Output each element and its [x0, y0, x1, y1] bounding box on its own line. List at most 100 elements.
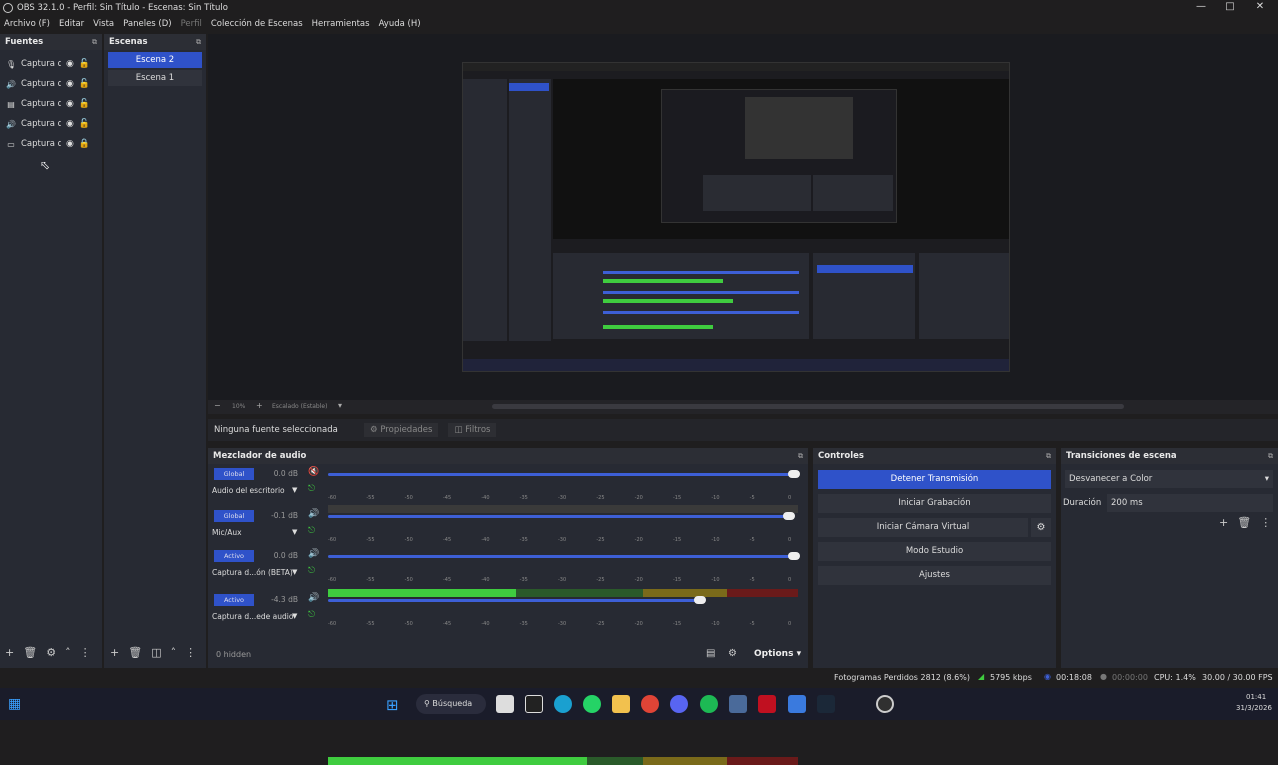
- source-item[interactable]: ▤ Captura d ◉ 🔓: [0, 94, 102, 114]
- menu-ayuda[interactable]: Ayuda (H): [379, 19, 421, 29]
- volume-slider[interactable]: [328, 515, 794, 518]
- zoom-in-button[interactable]: +: [256, 401, 263, 410]
- scene-filters-button[interactable]: ◫: [151, 646, 161, 659]
- zoom-out-button[interactable]: −: [214, 401, 221, 410]
- mixer-layout-icon[interactable]: ▤: [706, 648, 715, 659]
- move-scene-up-button[interactable]: ˄: [171, 646, 177, 659]
- volume-slider[interactable]: [328, 599, 704, 602]
- more-button[interactable]: ⋮: [185, 646, 196, 659]
- scene-item-escena-1[interactable]: Escena 1: [108, 70, 202, 86]
- volume-slider-handle[interactable]: [783, 512, 796, 520]
- source-item[interactable]: 🔊 Captura d ◉ 🔓: [0, 114, 102, 134]
- horizontal-scrollbar[interactable]: [492, 404, 1124, 409]
- more-button[interactable]: ⋮: [80, 646, 91, 659]
- remove-source-button[interactable]: 🗑: [23, 646, 37, 659]
- chrome-icon[interactable]: [641, 695, 659, 713]
- lock-icon[interactable]: 🔓: [79, 99, 90, 109]
- mixer-monitor-badge[interactable]: Activo: [214, 594, 254, 606]
- discord-icon[interactable]: [670, 695, 688, 713]
- lock-icon[interactable]: 🔓: [79, 79, 90, 89]
- mixer-monitor-badge[interactable]: Global: [214, 468, 254, 480]
- menu-coleccion-escenas[interactable]: Colección de Escenas: [211, 19, 303, 29]
- speaker-icon[interactable]: 🔊: [308, 509, 319, 519]
- widgets-icon[interactable]: ▦: [8, 696, 21, 712]
- undock-icon[interactable]: ⧉: [196, 38, 201, 47]
- chevron-down-icon[interactable]: ▼: [292, 528, 297, 536]
- lock-icon[interactable]: 🔓: [79, 119, 90, 129]
- steam-icon[interactable]: [817, 695, 835, 713]
- menu-paneles[interactable]: Paneles (D): [123, 19, 171, 29]
- headphones-icon[interactable]: ⎋: [308, 610, 315, 620]
- remove-transition-button[interactable]: 🗑: [1237, 516, 1251, 529]
- file-explorer-icon[interactable]: [612, 695, 630, 713]
- headphones-icon[interactable]: ⎋: [308, 526, 315, 536]
- close-button[interactable]: ✕: [1246, 0, 1274, 15]
- source-item[interactable]: 🔊 Captura d ◉ 🔓: [0, 74, 102, 94]
- chevron-down-icon[interactable]: ▼: [292, 612, 297, 620]
- source-properties-button[interactable]: ⚙: [46, 646, 56, 659]
- eye-icon[interactable]: ◉: [66, 139, 74, 149]
- obs-taskbar-icon[interactable]: [876, 695, 894, 713]
- add-source-button[interactable]: +: [5, 646, 14, 659]
- headphones-icon[interactable]: ⎋: [308, 484, 315, 494]
- chevron-down-icon[interactable]: ▾: [338, 401, 342, 410]
- menu-editar[interactable]: Editar: [59, 19, 84, 29]
- volume-slider-handle[interactable]: [788, 470, 800, 478]
- properties-button[interactable]: ⚙ Propiedades: [364, 423, 439, 437]
- studio-mode-button[interactable]: Modo Estudio: [818, 542, 1051, 561]
- mixer-monitor-badge[interactable]: Activo: [214, 550, 254, 562]
- undock-icon[interactable]: ⧉: [1268, 452, 1273, 461]
- start-recording-button[interactable]: Iniciar Grabación: [818, 494, 1051, 513]
- source-item[interactable]: 🎙 Captura d ◉ 🔓: [0, 54, 102, 74]
- lock-icon[interactable]: 🔒: [79, 139, 90, 149]
- whatsapp-icon[interactable]: [583, 695, 601, 713]
- virtual-camera-settings-icon[interactable]: ⚙: [1031, 518, 1051, 537]
- volume-slider[interactable]: [328, 473, 798, 476]
- menu-herramientas[interactable]: Herramientas: [312, 19, 370, 29]
- chevron-down-icon[interactable]: ▼: [292, 486, 297, 494]
- settings-button[interactable]: Ajustes: [818, 566, 1051, 585]
- menu-perfil[interactable]: Perfil: [181, 19, 202, 29]
- volume-slider[interactable]: [328, 555, 798, 558]
- eye-icon[interactable]: ◉: [66, 119, 74, 129]
- undock-icon[interactable]: ⧉: [1046, 452, 1051, 461]
- move-up-button[interactable]: ˄: [65, 646, 71, 659]
- mixer-settings-icon[interactable]: ⚙: [728, 648, 737, 659]
- eye-icon[interactable]: ◉: [66, 59, 74, 69]
- calendar-app-icon[interactable]: [496, 695, 514, 713]
- chevron-down-icon[interactable]: ▼: [292, 568, 297, 576]
- terminal-app-icon[interactable]: [525, 695, 543, 713]
- scale-mode[interactable]: Escalado (Estable): [272, 403, 327, 410]
- spotify-icon[interactable]: [700, 695, 718, 713]
- speaker-icon[interactable]: 🔊: [308, 549, 319, 559]
- start-icon[interactable]: ⊞: [386, 696, 399, 714]
- store-icon[interactable]: [788, 695, 806, 713]
- speaker-icon[interactable]: 🔊: [308, 593, 319, 603]
- undock-icon[interactable]: ⧉: [798, 452, 803, 461]
- volume-slider-handle[interactable]: [788, 552, 800, 560]
- volume-slider-handle[interactable]: [694, 596, 706, 604]
- muted-icon[interactable]: 🔇: [308, 467, 319, 477]
- remove-scene-button[interactable]: 🗑: [128, 646, 142, 659]
- mixer-monitor-badge[interactable]: Global: [214, 510, 254, 522]
- app-icon[interactable]: [758, 695, 776, 713]
- headphones-icon[interactable]: ⎋: [308, 566, 315, 576]
- edge-icon[interactable]: [554, 695, 572, 713]
- maximize-button[interactable]: □: [1216, 0, 1244, 15]
- more-button[interactable]: ⋮: [1260, 516, 1271, 529]
- add-scene-button[interactable]: +: [110, 646, 119, 659]
- menu-archivo[interactable]: Archivo (F): [4, 19, 50, 29]
- stop-streaming-button[interactable]: Detener Transmisión: [818, 470, 1051, 489]
- undock-icon[interactable]: ⧉: [92, 38, 97, 47]
- filters-button[interactable]: ◫ Filtros: [448, 423, 497, 437]
- app-icon[interactable]: [729, 695, 747, 713]
- add-transition-button[interactable]: +: [1219, 516, 1228, 529]
- menu-vista[interactable]: Vista: [93, 19, 114, 29]
- start-virtual-camera-button[interactable]: Iniciar Cámara Virtual: [818, 518, 1028, 537]
- scene-item-escena-2[interactable]: Escena 2: [108, 52, 202, 68]
- transition-select[interactable]: Desvanecer a Color ▾: [1065, 470, 1273, 488]
- eye-icon[interactable]: ◉: [66, 99, 74, 109]
- source-item[interactable]: ▭ Captura d ◉ 🔒: [0, 134, 102, 154]
- lock-icon[interactable]: 🔓: [79, 59, 90, 69]
- eye-icon[interactable]: ◉: [66, 79, 74, 89]
